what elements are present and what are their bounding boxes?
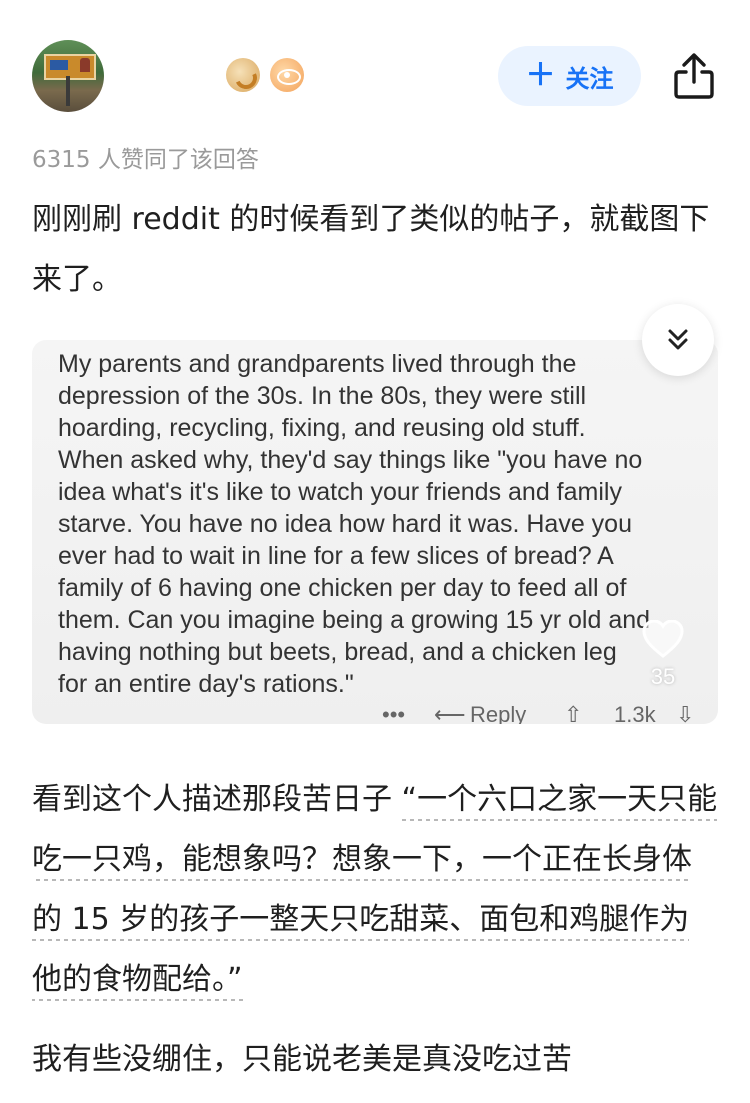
author-avatar[interactable] — [32, 40, 104, 112]
share-button[interactable] — [672, 52, 716, 100]
vote-count: 1.3k — [614, 702, 656, 724]
collapse-button[interactable] — [642, 304, 714, 376]
plus-icon: ＋ — [525, 58, 556, 93]
like-floating-button[interactable]: 35 — [638, 619, 688, 700]
screenshot-line: having nothing but beets, bread, and a c… — [58, 638, 617, 666]
upvote-icon: ⇧ — [564, 702, 583, 724]
reddit-screenshot-image[interactable]: My parents and grandparents lived throug… — [32, 340, 718, 724]
screenshot-line: family of 6 having one chicken per day t… — [58, 574, 627, 602]
share-icon — [674, 53, 714, 99]
more-dots: ••• — [382, 702, 406, 724]
screenshot-line: starve. You have no idea how hard it was… — [58, 510, 632, 538]
screenshot-line: them. Can you imagine being a growing 15… — [58, 606, 651, 634]
screenshot-footer: ••• ⟵ Reply ⇧ 1.3k ⇩ — [32, 702, 718, 724]
like-count: 35 — [650, 664, 676, 689]
screenshot-line: When asked why, they'd say things like "… — [58, 446, 643, 474]
answer-paragraph-3: 我有些没绷住，只能说老美是真没吃过苦 — [32, 1042, 572, 1077]
chevron-double-down-icon — [668, 329, 688, 350]
screenshot-line: depression of the 30s. In the 80s, they … — [58, 382, 587, 410]
screenshot-line: ever had to wait in line for a few slice… — [58, 542, 614, 570]
answer-paragraph-1: 刚刚刷 reddit 的时候看到了类似的帖子，就截图下来了。 — [32, 202, 710, 297]
heart-icon — [642, 619, 684, 658]
screenshot-text: My parents and grandparents lived throug… — [58, 348, 708, 700]
reply-label: Reply — [470, 702, 527, 724]
follow-button[interactable]: ＋ 关注 — [498, 46, 641, 106]
follow-label: 关注 — [565, 64, 614, 93]
screenshot-line: idea what's it's like to watch your frie… — [58, 478, 622, 506]
avatar-billboard-graphic — [44, 54, 96, 80]
answer-header: ＋ 关注 — [0, 0, 750, 130]
upvote-summary: 6315 人赞同了该回答 — [32, 147, 259, 173]
reply-arrow-icon: ⟵ — [434, 702, 466, 724]
screenshot-line: for an entire day's rations." — [58, 670, 354, 698]
screenshot-line: hoarding, recycling, fixing, and reusing… — [58, 414, 586, 442]
eye-badge-icon[interactable] — [270, 58, 304, 92]
downvote-icon: ⇩ — [676, 702, 695, 724]
screenshot-line: My parents and grandparents lived throug… — [58, 350, 577, 378]
answer-paragraph-2: 看到这个人描述那段苦日子 “一个六口之家一天只能吃一只鸡，能想象吗？想象一下，一… — [32, 770, 718, 1010]
paragraph-2-text: 看到这个人描述那段苦日子 — [32, 782, 392, 817]
author-badge-icon[interactable] — [226, 58, 260, 92]
